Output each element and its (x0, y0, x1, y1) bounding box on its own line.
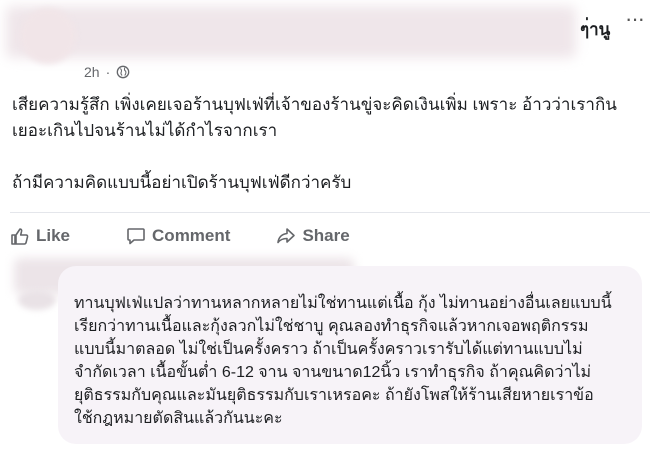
author-name[interactable]: ๆ่านู (580, 16, 610, 43)
comment-line: แบบนี้มาตลอด ไม่ใช่เป็นครั้งคราว ถ้าเป็น… (74, 341, 583, 358)
post-actions: Like Comment Share (10, 222, 650, 250)
thumbs-up-icon (11, 228, 29, 245)
author-avatar[interactable] (20, 8, 76, 64)
post-paragraph: เยอะเกินไปจนร้านไม่ได้กำไรจากเรา (12, 121, 278, 140)
comment-bubble-icon (127, 228, 145, 245)
share-label: Share (302, 226, 350, 245)
commenter-avatar[interactable] (18, 290, 56, 310)
comment-line: เรียกว่าทานเนื้อและกุ้งลวกไม่ใช่ชาบู คุณ… (74, 318, 589, 335)
like-label: Like (36, 226, 71, 245)
globe-icon (116, 65, 130, 79)
share-button[interactable]: Share (276, 226, 350, 246)
post-paragraph: ถ้ามีความคิดแบบนี้อย่าเปิดร้านบุฟเฟ่ดีกว… (12, 173, 352, 192)
more-dots-icon[interactable]: ··· (625, 8, 645, 30)
comment-line: ยุติธรรมกับคุณและมันยุติธรรมกับเราเหรอคะ… (74, 387, 594, 404)
comment-text: ทานบุฟเฟ่แปลว่าทานหลากหลายไม่ใช่ทานแต่เน… (74, 292, 644, 430)
blurred-author-name (6, 6, 576, 58)
post-meta: 2h · (84, 64, 130, 80)
comment-label: Comment (152, 226, 231, 245)
facebook-post: ๆ่านู ··· 2h · เสียความรู้สึก เพิ่งเคยเจ… (0, 0, 660, 449)
comment-line: ทานบุฟเฟ่แปลว่าทานหลากหลายไม่ใช่ทานแต่เน… (74, 295, 612, 312)
post-body: เสียความรู้สึก เพิ่งเคยเจอร้านบุฟเฟ่ที่เ… (12, 92, 652, 196)
comment-button[interactable]: Comment (126, 226, 230, 246)
like-button[interactable]: Like (10, 226, 70, 246)
post-time[interactable]: 2h (84, 64, 100, 80)
comment-line: จำกัดเวลา เนื้อขั้นต่ำ 6-12 จาน จานขนาด1… (74, 364, 592, 381)
share-arrow-icon (277, 228, 296, 244)
divider (10, 212, 650, 213)
post-paragraph: เสียความรู้สึก เพิ่งเคยเจอร้านบุฟเฟ่ที่เ… (12, 95, 617, 114)
comment-line: ใช้กฎหมายตัดสินแล้วกันนะคะ (74, 410, 283, 427)
